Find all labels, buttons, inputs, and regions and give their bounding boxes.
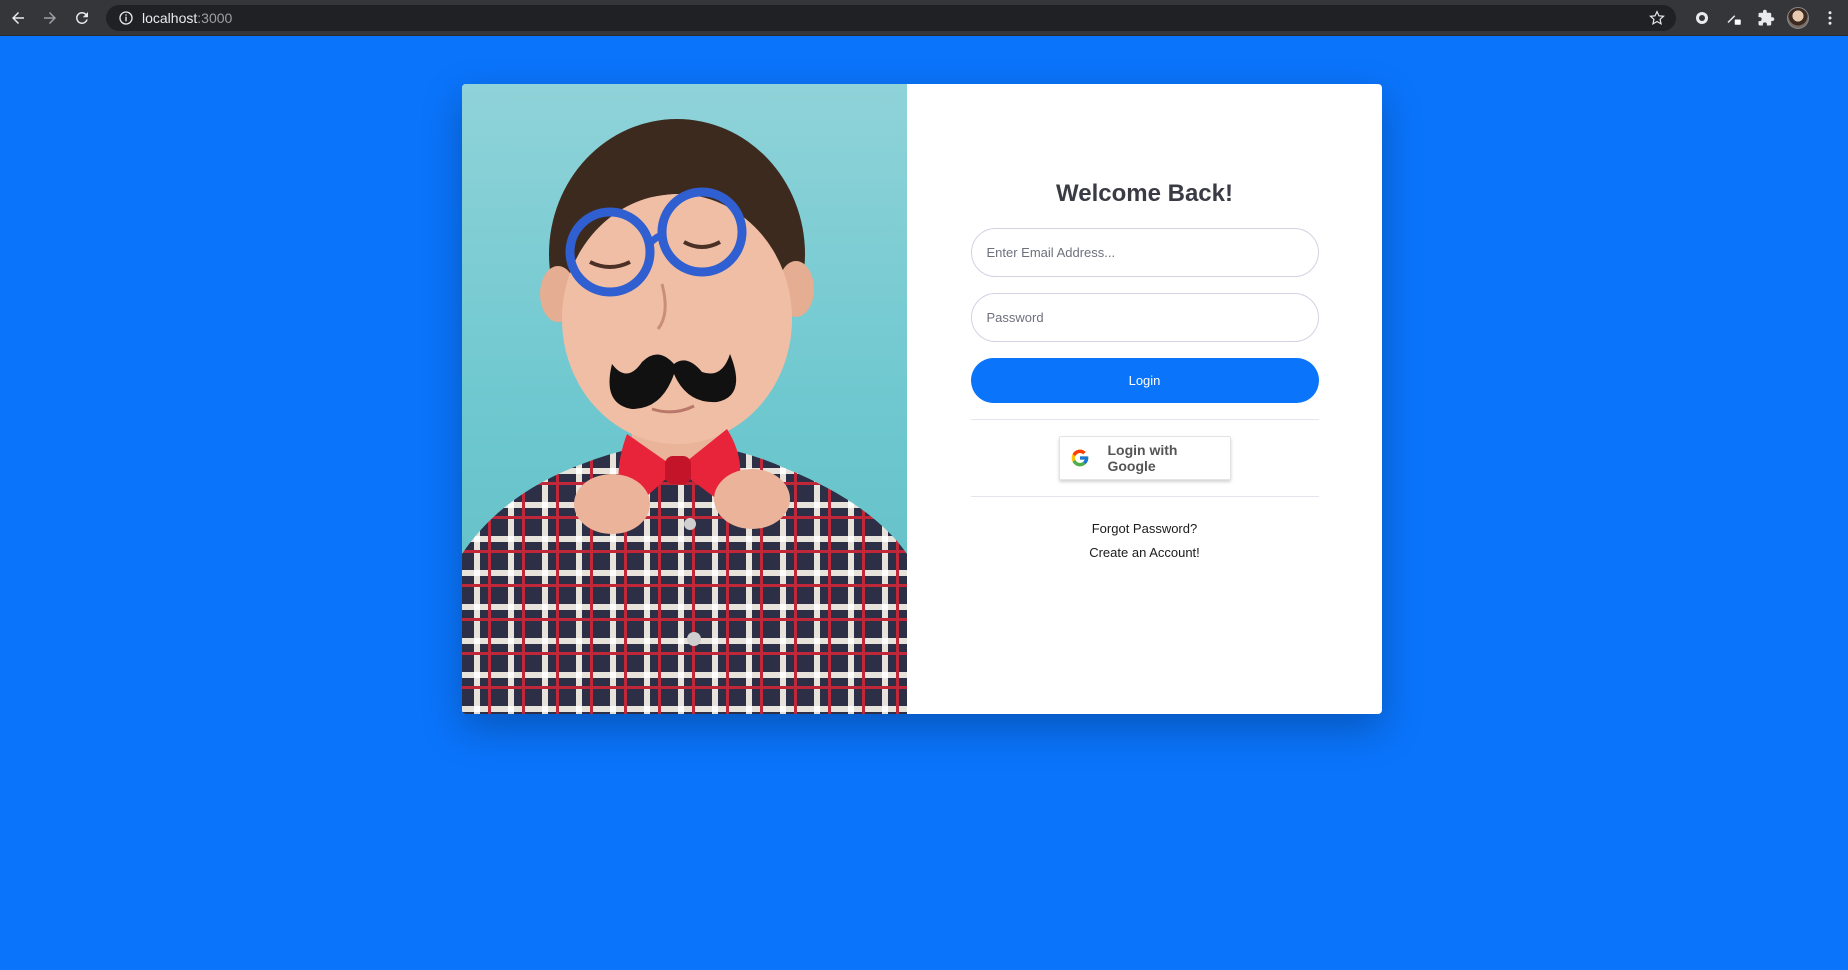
url-port: :3000 [197,9,233,26]
pen-icon [1727,14,1741,25]
divider-top [970,419,1319,420]
extensions-menu-button[interactable] [1753,5,1779,31]
reload-icon [76,11,88,24]
forward-button[interactable] [36,4,64,32]
auth-links: Forgot Password? Create an Account! [1089,517,1200,565]
google-icon [1071,449,1088,467]
address-bar[interactable]: localhost:3000 [106,4,1676,31]
login-photo [462,84,907,714]
browser-toolbar: localhost:3000 [0,0,1848,36]
puzzle-icon [1758,9,1775,25]
reload-button[interactable] [68,4,96,32]
back-arrow-icon [12,11,24,24]
back-button[interactable] [4,4,32,32]
avatar [1787,6,1809,29]
login-form: Welcome Back! Login Login with Google Fo… [907,84,1382,714]
star-icon[interactable] [1648,9,1666,27]
menu-button[interactable] [1817,5,1843,31]
google-button-label: Login with Google [1107,442,1178,474]
url-host: localhost [142,9,198,26]
boy-with-mustache-image [462,119,907,714]
info-icon[interactable] [118,10,134,26]
page-title: Welcome Back! [1056,180,1233,207]
more-vert-icon [1828,10,1832,25]
forgot-password-link[interactable]: Forgot Password? [1092,517,1198,541]
password-field[interactable] [970,293,1319,342]
extension-button-2[interactable] [1721,5,1747,31]
extension-button-1[interactable] [1689,5,1715,31]
profile-button[interactable] [1785,5,1811,31]
login-button[interactable]: Login [970,358,1319,403]
forward-arrow-icon [44,11,56,24]
create-account-link[interactable]: Create an Account! [1089,541,1200,565]
login-with-google-button[interactable]: Login with Google [1058,436,1231,480]
divider-bottom [970,496,1319,497]
email-field[interactable] [970,228,1319,277]
extension-icon [1696,11,1708,24]
login-card: Welcome Back! Login Login with Google Fo… [462,84,1382,714]
